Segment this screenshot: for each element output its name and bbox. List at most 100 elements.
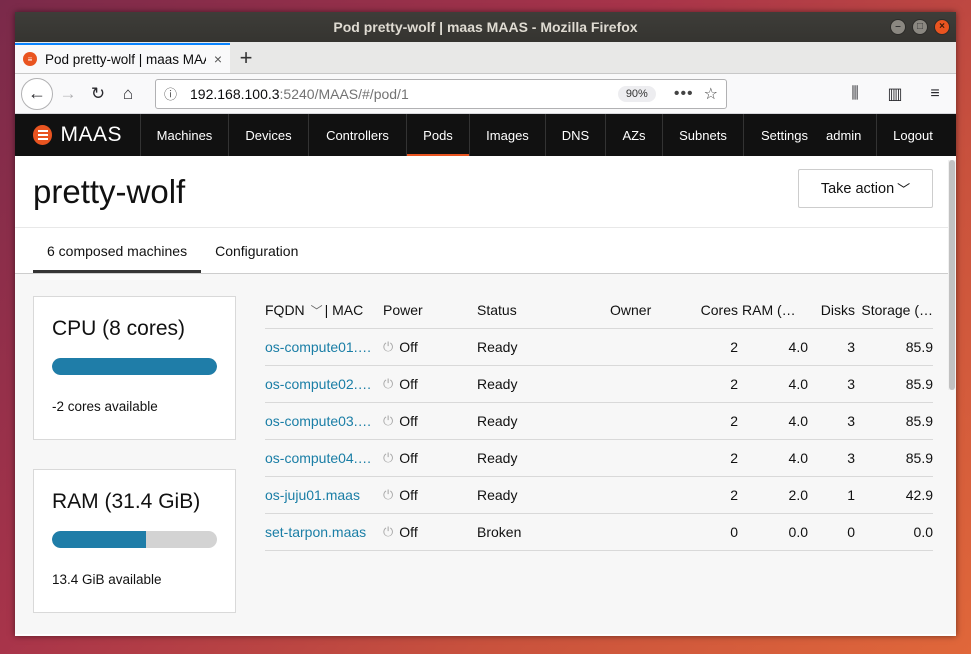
column-header-fqdn[interactable]: FQDN ﹀ | MAC	[265, 302, 383, 319]
url-bar[interactable]: ⓘ 192.168.100.3 :5240/MAAS/#/pod/1 90% •…	[155, 78, 727, 109]
new-tab-button[interactable]: +	[230, 43, 262, 73]
nav-azs[interactable]: AZs	[606, 114, 663, 156]
power-icon: ⏻	[383, 487, 394, 502]
pod-tabs: 6 composed machines Configuration	[15, 228, 956, 274]
nav-logout[interactable]: Logout	[877, 114, 949, 156]
close-tab-icon[interactable]: ×	[214, 51, 222, 67]
column-header-disks[interactable]: Disks	[808, 302, 855, 318]
maximize-button[interactable]: □	[912, 19, 928, 35]
library-icon[interactable]: ⫼	[840, 79, 870, 109]
cores-cell: 2	[730, 487, 738, 503]
status-cell: Ready	[477, 450, 518, 466]
power-cell[interactable]: ⏻ Off	[383, 376, 477, 392]
url-path: :5240/MAAS/#/pod/1	[279, 85, 409, 102]
back-arrow-icon[interactable]: ←	[21, 77, 53, 110]
machine-fqdn-link[interactable]: os-compute02.maas	[265, 376, 383, 392]
machine-fqdn-link[interactable]: set-tarpon.maas	[265, 524, 383, 540]
power-state: Off	[399, 524, 418, 540]
table-row[interactable]: os-compute04.maas ⏻ Off Ready 2 4.0 3 85.9	[265, 440, 933, 477]
nav-dns[interactable]: DNS	[546, 114, 606, 156]
more-dots-icon[interactable]: •••	[674, 85, 694, 103]
power-icon: ⏻	[383, 450, 394, 465]
maas-logo[interactable]: MAAS	[15, 114, 141, 156]
power-state: Off	[399, 450, 418, 466]
star-icon[interactable]: ☆	[704, 84, 718, 104]
maas-favicon-icon: ≡	[23, 52, 37, 66]
cpu-card-title: CPU (8 cores)	[52, 317, 186, 340]
sidebar-icon[interactable]: ▥	[880, 79, 910, 109]
nav-controllers[interactable]: Controllers	[309, 114, 407, 156]
disks-cell: 0	[847, 524, 855, 540]
disks-cell: 3	[847, 376, 855, 392]
disks-cell: 3	[847, 339, 855, 355]
status-cell: Ready	[477, 487, 518, 503]
nav-admin[interactable]: admin	[826, 114, 877, 156]
sort-chevron-icon[interactable]: ﹀	[311, 304, 323, 318]
power-cell[interactable]: ⏻ Off	[383, 413, 477, 429]
reload-icon[interactable]: ↻	[83, 79, 113, 109]
storage-cell: 85.9	[905, 339, 933, 355]
nav-pods[interactable]: Pods	[407, 114, 470, 156]
nav-subnets[interactable]: Subnets	[663, 114, 744, 156]
url-host: 192.168.100.3	[190, 85, 280, 102]
status-cell: Ready	[477, 413, 518, 429]
cores-cell: 2	[730, 376, 738, 392]
ram-cell: 4.0	[788, 339, 808, 355]
ram-meter-fill	[52, 531, 147, 548]
table-row[interactable]: os-juju01.maas ⏻ Off Ready 2 2.0 1 42.9	[265, 477, 933, 514]
page-header: pretty-wolf Take action ﹀	[15, 156, 956, 228]
cpu-meter-fill	[52, 358, 217, 375]
window-title: Pod pretty-wolf | maas MAAS - Mozilla Fi…	[333, 19, 638, 35]
table-row[interactable]: os-compute03.maas ⏻ Off Ready 2 4.0 3 85.9	[265, 403, 933, 440]
take-action-button[interactable]: Take action ﹀	[798, 169, 933, 208]
table-row[interactable]: os-compute01.maas ⏻ Off Ready 2 4.0 3 85.9	[265, 329, 933, 366]
ram-card-title: RAM (31.4 GiB)	[52, 490, 201, 513]
column-header-status[interactable]: Status	[477, 302, 610, 318]
column-header-power[interactable]: Power	[383, 302, 477, 318]
column-header-owner[interactable]: Owner	[610, 302, 698, 318]
window-controls: – □ ×	[890, 19, 950, 35]
column-header-ram[interactable]: RAM (…	[738, 302, 808, 318]
power-cell[interactable]: ⏻ Off	[383, 524, 477, 540]
browser-tab-strip: ≡ Pod pretty-wolf | maas MAAS × +	[15, 42, 956, 74]
ram-available: 13.4 GiB available	[52, 572, 162, 587]
machine-fqdn-link[interactable]: os-compute03.maas	[265, 413, 383, 429]
cores-cell: 2	[730, 413, 738, 429]
hamburger-icon[interactable]: ≡	[920, 79, 950, 109]
table-row[interactable]: set-tarpon.maas ⏻ Off Broken 0 0.0 0 0.0	[265, 514, 933, 551]
forward-arrow-icon[interactable]: →	[53, 79, 83, 109]
take-action-label: Take action	[820, 180, 895, 197]
storage-cell: 85.9	[905, 413, 933, 429]
cores-cell: 0	[730, 524, 738, 540]
cpu-meter	[52, 358, 217, 375]
machine-fqdn-link[interactable]: os-compute04.maas	[265, 450, 383, 466]
nav-devices[interactable]: Devices	[229, 114, 309, 156]
page-scrollbar[interactable]	[948, 160, 956, 390]
browser-tab[interactable]: ≡ Pod pretty-wolf | maas MAAS ×	[15, 43, 230, 73]
power-cell[interactable]: ⏻ Off	[383, 450, 477, 466]
machines-table: FQDN ﹀ | MAC Power Status Owner Cores RAM…	[265, 292, 933, 551]
zoom-indicator[interactable]: 90%	[617, 85, 656, 102]
info-icon[interactable]: ⓘ	[164, 84, 182, 103]
nav-images[interactable]: Images	[470, 114, 546, 156]
storage-cell: 85.9	[905, 376, 933, 392]
power-cell[interactable]: ⏻ Off	[383, 487, 477, 503]
mac-header-label[interactable]: | MAC	[325, 302, 364, 318]
machine-fqdn-link[interactable]: os-juju01.maas	[265, 487, 383, 503]
close-window-button[interactable]: ×	[934, 19, 950, 35]
column-header-storage[interactable]: Storage (…	[855, 302, 933, 318]
tab-composed-machines[interactable]: 6 composed machines	[33, 228, 202, 273]
cores-cell: 2	[730, 450, 738, 466]
home-icon[interactable]: ⌂	[113, 79, 143, 109]
minimize-button[interactable]: –	[890, 19, 906, 35]
table-row[interactable]: os-compute02.maas ⏻ Off Ready 2 4.0 3 85.9	[265, 366, 933, 403]
tab-configuration[interactable]: Configuration	[201, 228, 312, 273]
scrollbar-thumb[interactable]	[949, 160, 955, 390]
nav-machines[interactable]: Machines	[141, 114, 229, 156]
power-cell[interactable]: ⏻ Off	[383, 339, 477, 355]
machine-fqdn-link[interactable]: os-compute01.maas	[265, 339, 383, 355]
nav-settings[interactable]: Settings	[744, 114, 826, 156]
maas-logo-text: MAAS	[60, 123, 122, 146]
maas-navigation: MAAS Machines Devices Controllers Pods I…	[15, 114, 956, 156]
column-header-cores[interactable]: Cores	[698, 302, 738, 318]
